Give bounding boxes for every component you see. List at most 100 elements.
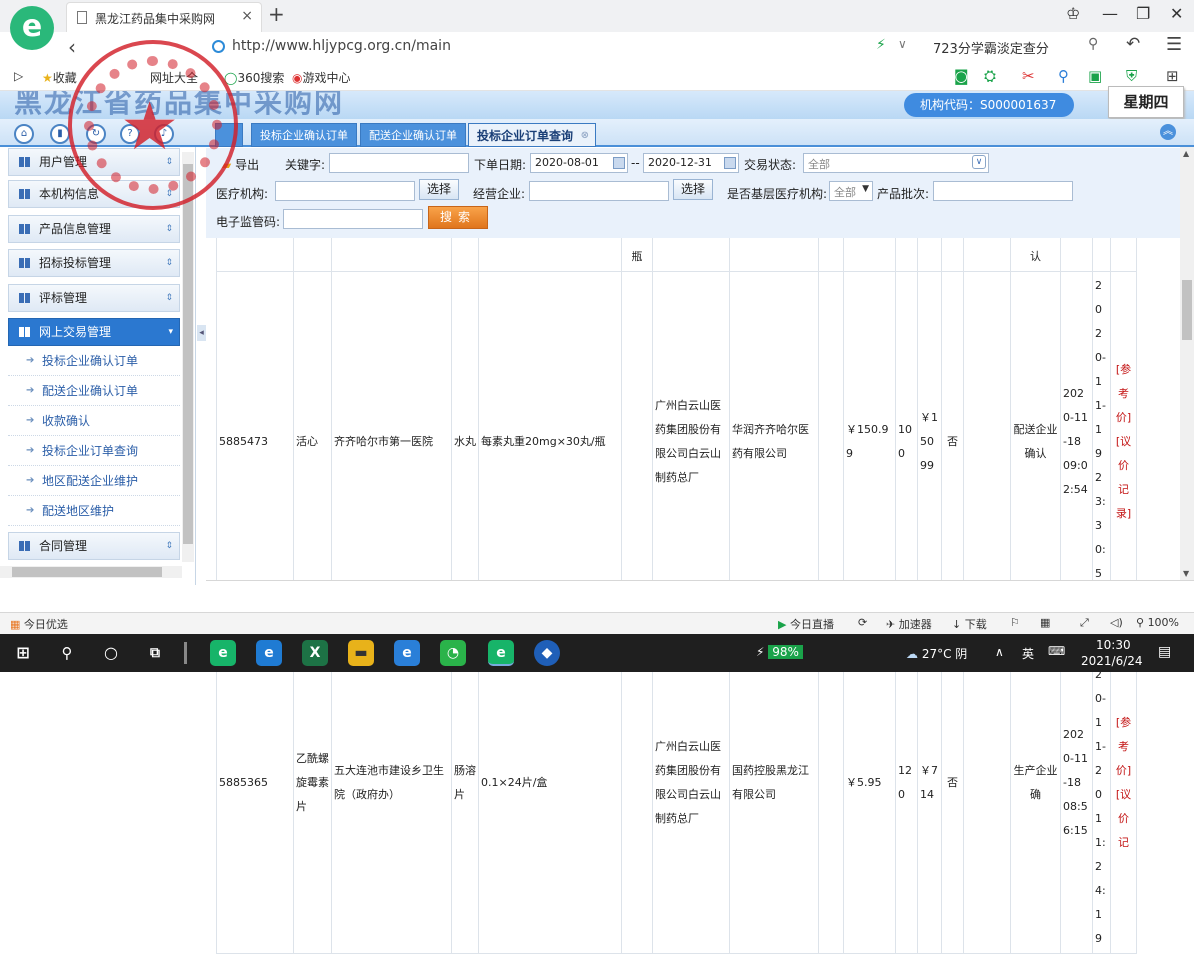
browser-tab[interactable]: 黑龙江药品集中采购网 ×	[66, 2, 262, 32]
minimize-icon[interactable]: —	[1102, 4, 1118, 23]
scroll-down-icon[interactable]: ▼	[1183, 569, 1189, 578]
taskbar-app-icon[interactable]: ◆	[534, 640, 560, 666]
batch-input[interactable]	[933, 181, 1073, 201]
browser-logo-icon[interactable]: e	[10, 6, 54, 50]
weather-widget[interactable]: ☁ 27°C 阴	[906, 645, 967, 662]
taskbar-excel-icon[interactable]: X	[302, 640, 328, 666]
sidebar-scroll-thumb[interactable]	[183, 164, 193, 544]
flag-icon[interactable]: ⚐	[1010, 616, 1020, 629]
main-scroll-thumb[interactable]	[1182, 280, 1192, 340]
ime-indicator[interactable]: 英	[1022, 645, 1034, 662]
sidebar-collapse-handle[interactable]: ◂	[197, 325, 206, 341]
scroll-up-icon[interactable]: ▲	[1183, 149, 1189, 158]
sidebar-scrollbar[interactable]	[182, 152, 194, 562]
hospital-select-button[interactable]: 选择	[419, 179, 459, 200]
magnifier-tool-icon[interactable]: ⚲	[1058, 67, 1069, 85]
tab-delivery-confirm[interactable]: 配送企业确认订单	[360, 123, 466, 147]
sidebar-hscrollbar[interactable]	[0, 566, 182, 578]
date-to-input[interactable]: 2020-12-31	[643, 153, 739, 173]
lock-icon[interactable]: ▮	[50, 124, 70, 144]
taskbar-search-icon[interactable]: ⚲	[54, 640, 80, 666]
clock-date[interactable]: 2021/6/24	[1081, 654, 1143, 668]
taskbar-ie-icon[interactable]: e	[394, 640, 420, 666]
sound-icon[interactable]: ♪	[154, 124, 174, 144]
keyword-input[interactable]	[329, 153, 469, 173]
sidebar-item-delivery-confirm[interactable]: ➔ 配送企业确认订单	[8, 376, 180, 406]
basic-select[interactable]: 全部 ▼	[829, 181, 873, 201]
close-tab-icon[interactable]: ×	[241, 8, 253, 24]
search-icon[interactable]: ⚲	[1088, 36, 1098, 52]
url-input[interactable]: http://www.hljypcg.org.cn/main	[232, 38, 451, 54]
sidebar-group-bidding[interactable]: 招标投标管理 ⇕	[8, 249, 180, 277]
sidebar-group-online-trade[interactable]: 网上交易管理 ▾	[8, 318, 180, 346]
back-icon[interactable]: ‹	[68, 35, 76, 59]
taskbar-explorer-icon[interactable]: ▬	[348, 640, 374, 666]
sidebar-toggle-icon[interactable]: ▷	[14, 69, 23, 83]
menu-icon[interactable]: ☰	[1166, 34, 1182, 55]
chevron-down-icon[interactable]: ∨	[898, 37, 907, 51]
sidebar-group-products[interactable]: 产品信息管理 ⇕	[8, 215, 180, 243]
today-picks[interactable]: ▦ 今日优选	[10, 616, 68, 632]
keyboard-icon[interactable]: ⌨	[1048, 644, 1065, 658]
bookmark-favorites[interactable]: ★收藏	[42, 69, 77, 86]
wechat-tool-icon[interactable]: ◙	[954, 67, 969, 85]
sidebar-group-users[interactable]: 用户管理 ⇕	[8, 148, 180, 176]
sidebar-group-org-info[interactable]: 本机构信息 ⇕	[8, 180, 180, 208]
home-icon[interactable]: ⌂	[14, 124, 34, 144]
main-scrollbar[interactable]: ▲ ▼	[1180, 147, 1194, 580]
notification-icon[interactable]: ▤	[1158, 644, 1171, 660]
download-button[interactable]: ↓ 下载	[952, 616, 987, 632]
taskbar-wechat-icon[interactable]: ◔	[440, 640, 466, 666]
apps-grid-icon[interactable]: ⊞	[1166, 67, 1179, 85]
sidebar-item-payment-confirm[interactable]: ➔ 收款确认	[8, 406, 180, 436]
close-window-icon[interactable]: ✕	[1170, 4, 1183, 23]
date-from-input[interactable]: 2020-08-01	[530, 153, 628, 173]
sidebar-group-evaluation[interactable]: 评标管理 ⇕	[8, 284, 180, 312]
tab-order-query[interactable]: 投标企业订单查询 ⊗	[468, 123, 597, 148]
close-tab-icon[interactable]: ⊗	[581, 124, 589, 148]
status-select[interactable]: 全部 ∨	[803, 153, 989, 173]
export-button[interactable]: ▰ 导出	[222, 156, 259, 173]
bookmark-games[interactable]: ◉游戏中心	[292, 69, 351, 86]
scissors-icon[interactable]: ✂	[1022, 67, 1035, 85]
restore-icon[interactable]: ❐	[1136, 4, 1150, 23]
grid-status-icon[interactable]: ▦	[1040, 616, 1050, 629]
help-icon[interactable]: ?	[120, 124, 140, 144]
sidebar-group-contracts[interactable]: 合同管理 ⇕	[8, 532, 180, 560]
battery-indicator[interactable]: ⚡ 98%	[756, 645, 803, 659]
action-links[interactable]: [参考价][议价记录]	[1110, 271, 1137, 613]
taskbar-edge-icon[interactable]: e	[256, 640, 282, 666]
clock-time[interactable]: 10:30	[1096, 638, 1131, 652]
calendar-icon[interactable]	[613, 157, 625, 169]
bookmark-360[interactable]: ◯360搜索	[224, 69, 284, 86]
code-input[interactable]	[283, 209, 423, 229]
sidebar-item-order-query[interactable]: ➔ 投标企业订单查询	[8, 436, 180, 466]
shirt-icon[interactable]: ♔	[1066, 4, 1080, 23]
refresh-status-icon[interactable]: ⟳	[858, 616, 867, 629]
company-select-button[interactable]: 选择	[673, 179, 713, 200]
windows-start-icon[interactable]: ⊞	[10, 640, 36, 666]
calendar-icon[interactable]	[724, 157, 736, 169]
sidebar-item-delivery-area[interactable]: ➔ 配送地区维护	[8, 496, 180, 526]
sidebar-hscroll-thumb[interactable]	[12, 567, 162, 577]
refresh-icon[interactable]: ↻	[86, 124, 106, 144]
collapse-up-icon[interactable]: ︽	[1160, 124, 1176, 140]
show-hidden-icons[interactable]: ∧	[995, 645, 1004, 659]
taskbar-360-browser-active-icon[interactable]: e	[488, 640, 514, 666]
volume-icon[interactable]: ◁)	[1110, 616, 1123, 629]
gamepad-icon[interactable]: ▣	[1088, 67, 1102, 85]
bolt-icon[interactable]: ⚡	[876, 37, 886, 53]
live-button[interactable]: ▶ 今日直播	[778, 616, 834, 632]
news-search-text[interactable]: 723分学霸淡定查分	[933, 38, 1049, 57]
hospital-input[interactable]	[275, 181, 415, 201]
zoom-button[interactable]: ⚲ 100%	[1136, 616, 1179, 629]
tab-bid-confirm[interactable]: 投标企业确认订单	[251, 123, 357, 147]
company-input[interactable]	[529, 181, 669, 201]
sidebar-item-region-delivery[interactable]: ➔ 地区配送企业维护	[8, 466, 180, 496]
search-button[interactable]: 搜索	[428, 206, 488, 229]
taskbar-360-browser-icon[interactable]: e	[210, 640, 236, 666]
accelerator-button[interactable]: ✈ 加速器	[886, 616, 932, 632]
bookmark-portal[interactable]: 网址大全	[150, 69, 198, 86]
undo-icon[interactable]: ↶	[1126, 34, 1140, 54]
task-view-icon[interactable]: ⧉	[142, 640, 168, 666]
